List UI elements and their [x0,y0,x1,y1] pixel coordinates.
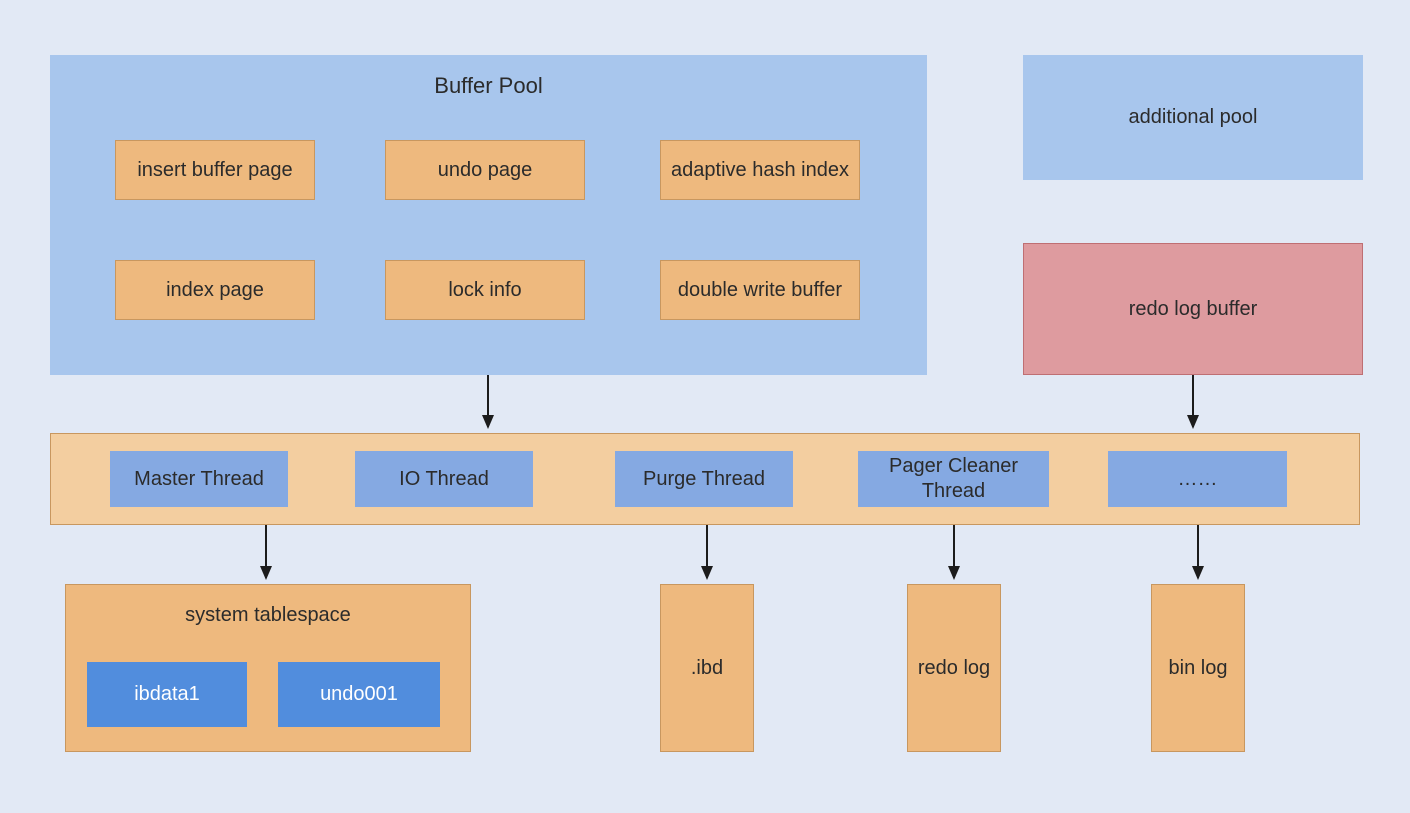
storage-file: redo log [907,584,1001,752]
buffer-pool-item: insert buffer page [115,140,315,200]
buffer-pool-item: lock info [385,260,585,320]
thread-box: Master Thread [110,451,288,507]
buffer-pool-panel: Buffer Pool [50,55,927,375]
thread-box: Purge Thread [615,451,793,507]
buffer-pool-item: undo page [385,140,585,200]
system-tablespace-title: system tablespace [66,585,470,628]
thread-box: Pager Cleaner Thread [858,451,1049,507]
thread-box: IO Thread [355,451,533,507]
storage-file: bin log [1151,584,1245,752]
storage-file: .ibd [660,584,754,752]
tablespace-file: ibdata1 [87,662,247,727]
redo-log-buffer-box: redo log buffer [1023,243,1363,375]
buffer-pool-item: double write buffer [660,260,860,320]
tablespace-file: undo001 [278,662,440,727]
redo-log-buffer-label: redo log buffer [1129,298,1258,321]
thread-box: …… [1108,451,1287,507]
buffer-pool-item: index page [115,260,315,320]
buffer-pool-title: Buffer Pool [50,55,927,99]
buffer-pool-item: adaptive hash index [660,140,860,200]
additional-pool-box: additional pool [1023,55,1363,180]
additional-pool-label: additional pool [1129,106,1258,129]
